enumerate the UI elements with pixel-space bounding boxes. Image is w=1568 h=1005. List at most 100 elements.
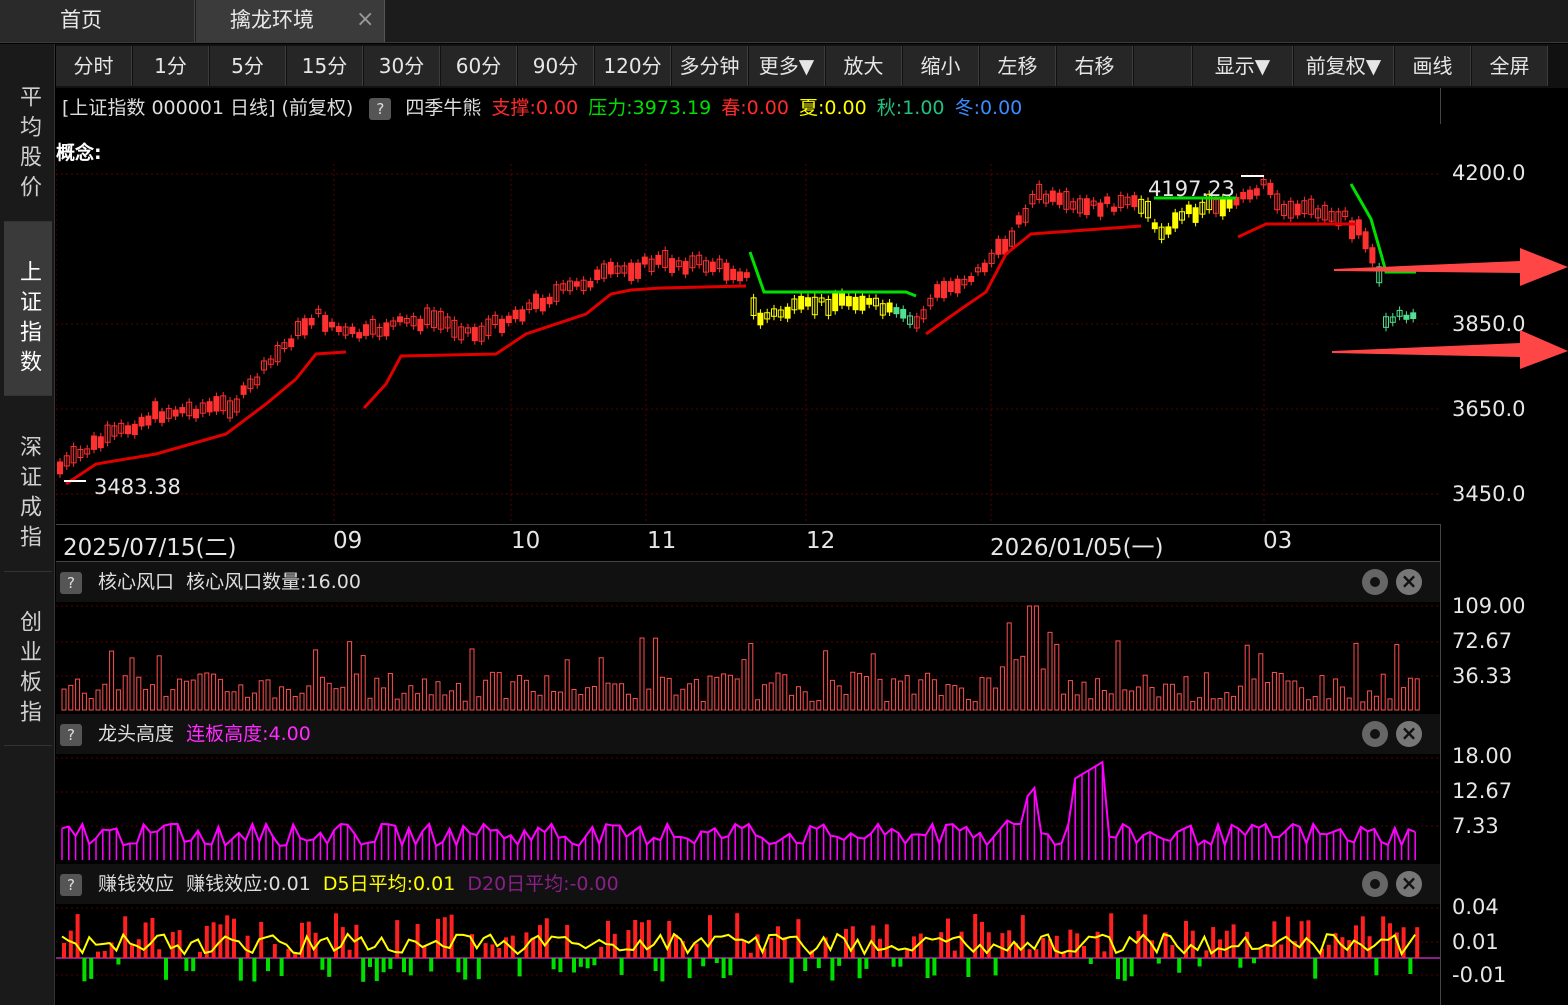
core-wind-bar	[265, 679, 271, 711]
core-wind-bar	[802, 691, 808, 711]
core-wind-bar	[734, 678, 740, 711]
candle-body	[499, 318, 505, 334]
profit-effect-bar	[191, 958, 196, 972]
adjust-dropdown[interactable]: 前复权▼	[1294, 46, 1394, 86]
y-tick-label: 0.01	[1452, 930, 1499, 954]
profit-effect-bar	[986, 932, 991, 958]
candle-body	[301, 318, 308, 336]
core-wind-bar	[700, 700, 706, 711]
core-wind-bar	[319, 676, 325, 711]
core-wind-bar	[904, 675, 910, 711]
profit-effect-bar	[1116, 958, 1120, 980]
close-icon[interactable]: ×	[356, 0, 374, 40]
display-dropdown[interactable]: 显示▼	[1193, 46, 1293, 86]
core-wind-bar	[1027, 605, 1033, 711]
candle-body	[866, 298, 873, 305]
indicator-name[interactable]: 四季牛熊	[405, 97, 481, 119]
leader-height-line	[61, 760, 1416, 849]
profit-effect-bar	[660, 958, 665, 982]
profit-effect-bar	[1041, 937, 1046, 958]
profit-effect-bar	[592, 958, 597, 966]
zoom-out-button[interactable]: 缩小	[903, 46, 979, 86]
core-wind-bar	[1312, 696, 1318, 711]
core-wind-bar	[727, 674, 733, 711]
sidebar-item-sz-index[interactable]: 深证成指	[4, 396, 52, 572]
profit-effect-bar	[959, 931, 964, 958]
core-wind-bar	[109, 650, 115, 711]
arrow-shape	[1332, 330, 1568, 369]
core-wind-bar	[523, 679, 529, 711]
gear-icon[interactable]	[1362, 569, 1388, 595]
profit-effect-bar	[1177, 958, 1182, 973]
period-button-multi-min[interactable]: 多分钟	[672, 46, 748, 86]
core-wind-bar	[1129, 690, 1135, 711]
candlestick-chart[interactable]: 4197.23 3483.38	[56, 124, 1440, 524]
profit-effect-bar	[782, 937, 787, 958]
candle-body	[743, 272, 750, 278]
tab-home[interactable]: 首页	[0, 0, 195, 42]
profit-effect-bar	[361, 958, 366, 982]
tab-qinlong-env[interactable]: 擒龙环境 ×	[196, 0, 385, 42]
candle-body	[757, 312, 764, 326]
help-icon[interactable]: ?	[60, 873, 82, 896]
profit-effect-bar	[789, 958, 794, 983]
help-icon[interactable]: ?	[60, 571, 82, 594]
core-wind-bar	[1244, 644, 1250, 711]
candle-body	[1111, 206, 1117, 212]
panel-name[interactable]: 龙头高度	[98, 723, 174, 745]
candle-body	[1015, 215, 1022, 225]
period-button-90min[interactable]: 90分	[518, 46, 594, 86]
move-right-button[interactable]: 右移	[1057, 46, 1133, 86]
core-wind-bar	[333, 688, 339, 711]
profit-effect-bar	[374, 958, 379, 981]
gear-icon[interactable]	[1362, 721, 1388, 747]
draw-line-button[interactable]: 画线	[1395, 46, 1471, 86]
help-icon[interactable]: ?	[60, 723, 82, 746]
profit-effect-bar	[96, 951, 100, 958]
core-wind-bar	[653, 637, 659, 711]
candle-body	[730, 268, 737, 281]
profit-effect-bar	[1381, 916, 1386, 958]
sidebar-item-avg-price[interactable]: 平均股价	[4, 46, 52, 222]
period-button-timeshare[interactable]: 分时	[56, 46, 132, 86]
period-button-15min[interactable]: 15分	[287, 46, 363, 86]
zoom-in-button[interactable]: 放大	[826, 46, 902, 86]
fullscreen-button[interactable]: 全屏	[1472, 46, 1548, 86]
panel-value: 核心风口数量:16.00	[186, 571, 361, 593]
close-icon[interactable]: ×	[1396, 871, 1422, 897]
candle-body	[349, 326, 356, 335]
profit-effect-bar	[102, 950, 107, 958]
help-icon[interactable]: ?	[369, 97, 392, 120]
more-dropdown[interactable]: 更多▼	[749, 46, 825, 86]
period-button-1min[interactable]: 1分	[133, 46, 209, 86]
profit-effect-bar	[1326, 944, 1331, 958]
gear-icon[interactable]	[1362, 871, 1388, 897]
core-wind-bar	[122, 675, 128, 711]
sidebar-item-sh-index[interactable]: 上证指数	[4, 222, 52, 396]
move-left-button[interactable]: 左移	[980, 46, 1056, 86]
sidebar-item-chinext[interactable]: 创业板指	[4, 572, 52, 746]
period-button-120min[interactable]: 120分	[595, 46, 671, 86]
profit-effect-bar	[252, 958, 257, 982]
period-button-60min[interactable]: 60分	[441, 46, 517, 86]
period-button-30min[interactable]: 30分	[364, 46, 440, 86]
tab-env-label: 擒龙环境	[230, 8, 314, 32]
core-wind-bar	[986, 677, 992, 711]
core-wind-bar	[387, 672, 393, 711]
profit-effect-chart	[56, 907, 1440, 983]
core-wind-bar	[1108, 693, 1114, 711]
close-icon[interactable]: ×	[1396, 569, 1422, 595]
panel-name[interactable]: 赚钱效应	[98, 873, 174, 895]
close-icon[interactable]: ×	[1396, 721, 1422, 747]
profit-effect-bar	[993, 958, 998, 976]
candle-body	[1247, 189, 1253, 200]
pressure-line	[748, 251, 917, 298]
date-label: 03	[1263, 528, 1293, 554]
period-button-5min[interactable]: 5分	[210, 46, 286, 86]
candle-body	[1056, 192, 1063, 205]
panel-name[interactable]: 核心风口	[98, 571, 174, 593]
profit-effect-bar	[599, 946, 604, 958]
core-wind-bar	[224, 691, 230, 711]
profit-effect-bar	[585, 958, 590, 969]
candle-body	[995, 238, 1002, 255]
